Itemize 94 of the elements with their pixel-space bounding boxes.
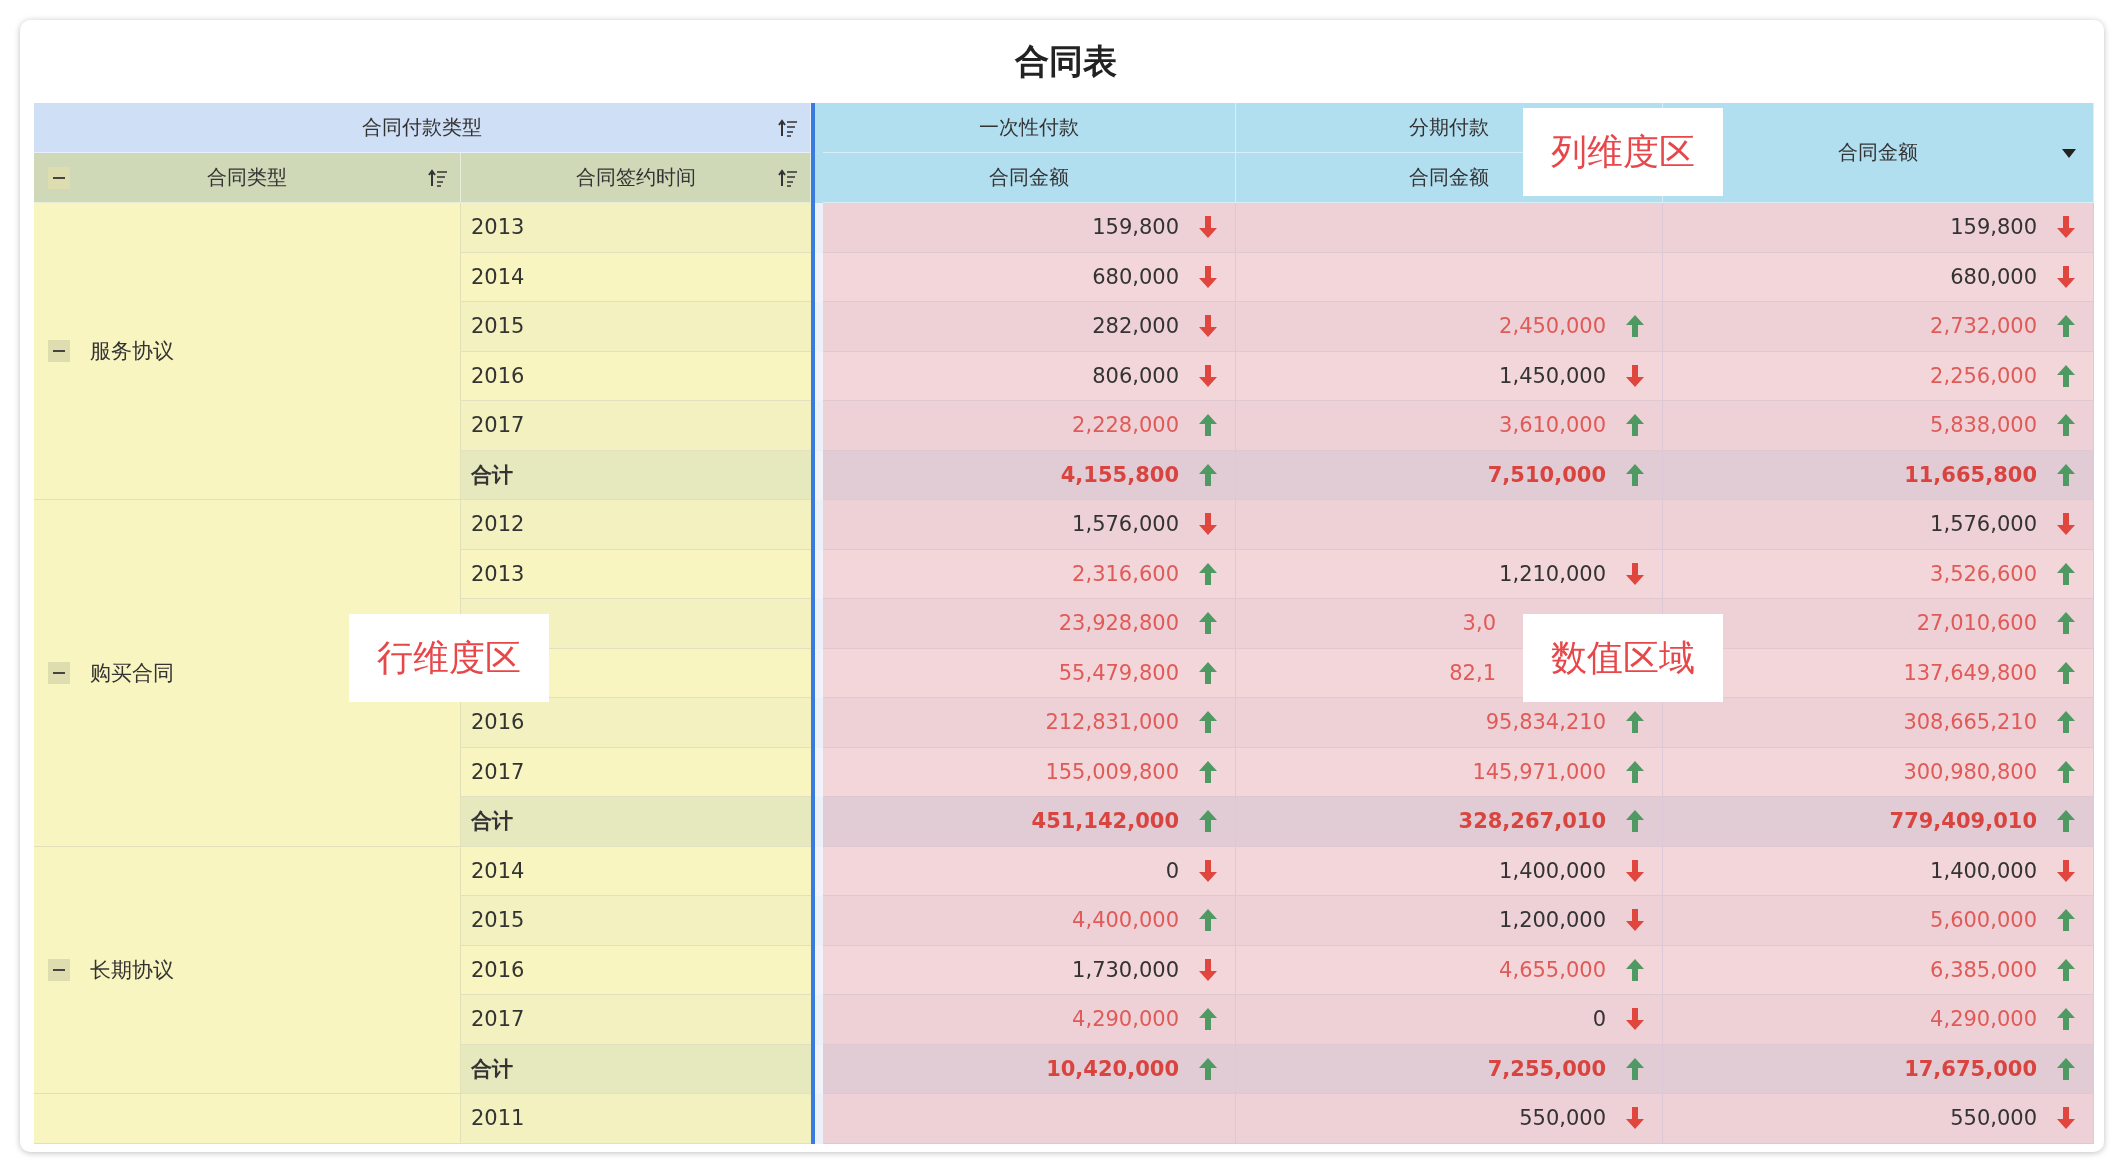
cell-value: 5,838,000 xyxy=(1930,413,2037,438)
cell-value: 23,928,800 xyxy=(1058,611,1179,636)
cell-value: 282,000 xyxy=(1092,314,1179,339)
cell-value: 1,400,000 xyxy=(1930,858,2037,883)
total-value: 11,665,800 xyxy=(1904,462,2037,487)
minus-icon xyxy=(53,176,65,179)
cell-value: 3,526,600 xyxy=(1930,561,2037,586)
cell-value: 145,971,000 xyxy=(1472,759,1606,784)
collapse-button[interactable] xyxy=(48,166,70,189)
cell-value: 1,210,000 xyxy=(1499,561,1606,586)
header-cell: 合同付款类型 xyxy=(34,103,811,153)
year-cell: 2014 xyxy=(461,252,811,302)
cell-value: 82,1 xyxy=(1449,660,1496,685)
cell-value: 680,000 xyxy=(1950,264,2037,289)
cell-value: 4,655,000 xyxy=(1499,957,1606,982)
year-cell: 2015 xyxy=(461,896,811,946)
year-cell: 2015 xyxy=(461,302,811,352)
year-cell: 2017 xyxy=(461,401,811,451)
year-cell: 2013 xyxy=(461,203,811,253)
total-value: 779,409,010 xyxy=(1889,809,2037,834)
total-value: 10,420,000 xyxy=(1046,1056,1179,1081)
year-cell: 2011 xyxy=(461,1094,811,1144)
total-value: 17,675,000 xyxy=(1904,1056,2037,1081)
year-cell: 2016 xyxy=(461,698,811,748)
total-label: 合计 xyxy=(461,450,811,500)
header-cell: 一次性付款 xyxy=(823,103,1236,153)
cell-value: 2,450,000 xyxy=(1499,314,1606,339)
year-cell: 2017 xyxy=(461,995,811,1045)
total-value: 328,267,010 xyxy=(1458,809,1606,834)
cell-value: 3,0 xyxy=(1462,611,1496,636)
cell-value: 0 xyxy=(1592,1007,1606,1032)
header-cell: 合同类型 xyxy=(34,153,461,203)
cell-value: 1,450,000 xyxy=(1499,363,1606,388)
total-label: 合计 xyxy=(461,1044,811,1094)
cell-value: 6,385,000 xyxy=(1930,957,2037,982)
total-value: 451,142,000 xyxy=(1031,809,1179,834)
sort-icon[interactable] xyxy=(778,117,798,138)
cell-value: 2,732,000 xyxy=(1930,314,2037,339)
minus-icon xyxy=(53,968,65,971)
header-cell: 合同金额 xyxy=(823,153,1236,203)
cell-value: 550,000 xyxy=(1950,1106,2037,1131)
cell-value: 4,290,000 xyxy=(1072,1007,1179,1032)
cell-value: 137,649,800 xyxy=(1903,660,2037,685)
cell-value: 95,834,210 xyxy=(1485,710,1606,735)
cell-value: 308,665,210 xyxy=(1903,710,2037,735)
cell-value: 159,800 xyxy=(1950,215,2037,240)
table-title: 合同表 xyxy=(1013,39,1118,83)
cell-value: 2,228,000 xyxy=(1072,413,1179,438)
year-cell: 2012 xyxy=(461,500,811,550)
header-cell: 合同签约时间 xyxy=(461,153,811,203)
minus-icon xyxy=(53,350,65,352)
total-value: 7,510,000 xyxy=(1487,462,1606,487)
annotation-label: 行维度区 xyxy=(349,614,549,702)
cell-value: 2,316,600 xyxy=(1072,561,1179,586)
year-cell: 2014 xyxy=(461,846,811,896)
row-group-label: 服务协议 xyxy=(90,338,174,365)
year-cell: 2016 xyxy=(461,945,811,995)
dropdown-caret-icon[interactable] xyxy=(2061,146,2077,159)
cell-value: 27,010,600 xyxy=(1916,611,2037,636)
total-value: 4,155,800 xyxy=(1060,462,1179,487)
cell-value: 1,400,000 xyxy=(1499,858,1606,883)
year-cell: 2013 xyxy=(461,549,811,599)
cell-value: 4,400,000 xyxy=(1072,908,1179,933)
row-group-label: 长期协议 xyxy=(90,956,174,984)
annotation-label: 列维度区 xyxy=(1523,108,1723,196)
cell-value: 2,256,000 xyxy=(1930,363,2037,388)
cell-value: 806,000 xyxy=(1092,363,1179,388)
annotation-label: 数值区域 xyxy=(1523,614,1723,702)
total-label: 合计 xyxy=(461,797,811,847)
cell-value: 4,290,000 xyxy=(1930,1007,2037,1032)
cell-value: 5,600,000 xyxy=(1930,908,2037,933)
cell-value: 0 xyxy=(1165,858,1179,883)
cell-value: 680,000 xyxy=(1092,264,1179,289)
cell-value: 300,980,800 xyxy=(1903,759,2037,784)
cell-value: 1,576,000 xyxy=(1930,512,2037,537)
year-cell: 2017 xyxy=(461,747,811,797)
cell-value: 212,831,000 xyxy=(1045,710,1179,735)
sort-icon[interactable] xyxy=(428,167,448,188)
cell-value: 550,000 xyxy=(1519,1106,1606,1131)
minus-icon xyxy=(53,671,65,674)
collapse-button[interactable] xyxy=(48,958,70,981)
cell-value: 1,730,000 xyxy=(1072,957,1179,982)
cell-value: 3,610,000 xyxy=(1499,413,1606,438)
total-value: 7,255,000 xyxy=(1487,1056,1606,1081)
row-group-label: 购买合同 xyxy=(90,659,174,687)
year-cell: 2016 xyxy=(461,351,811,401)
cell-value: 1,576,000 xyxy=(1072,512,1179,537)
sort-icon[interactable] xyxy=(778,167,798,188)
collapse-button[interactable] xyxy=(48,661,70,684)
collapse-button[interactable] xyxy=(48,340,70,362)
cell-value: 155,009,800 xyxy=(1045,759,1179,784)
cell-value: 159,800 xyxy=(1092,215,1179,240)
cell-value: 55,479,800 xyxy=(1058,660,1179,685)
cell-value: 1,200,000 xyxy=(1499,908,1606,933)
